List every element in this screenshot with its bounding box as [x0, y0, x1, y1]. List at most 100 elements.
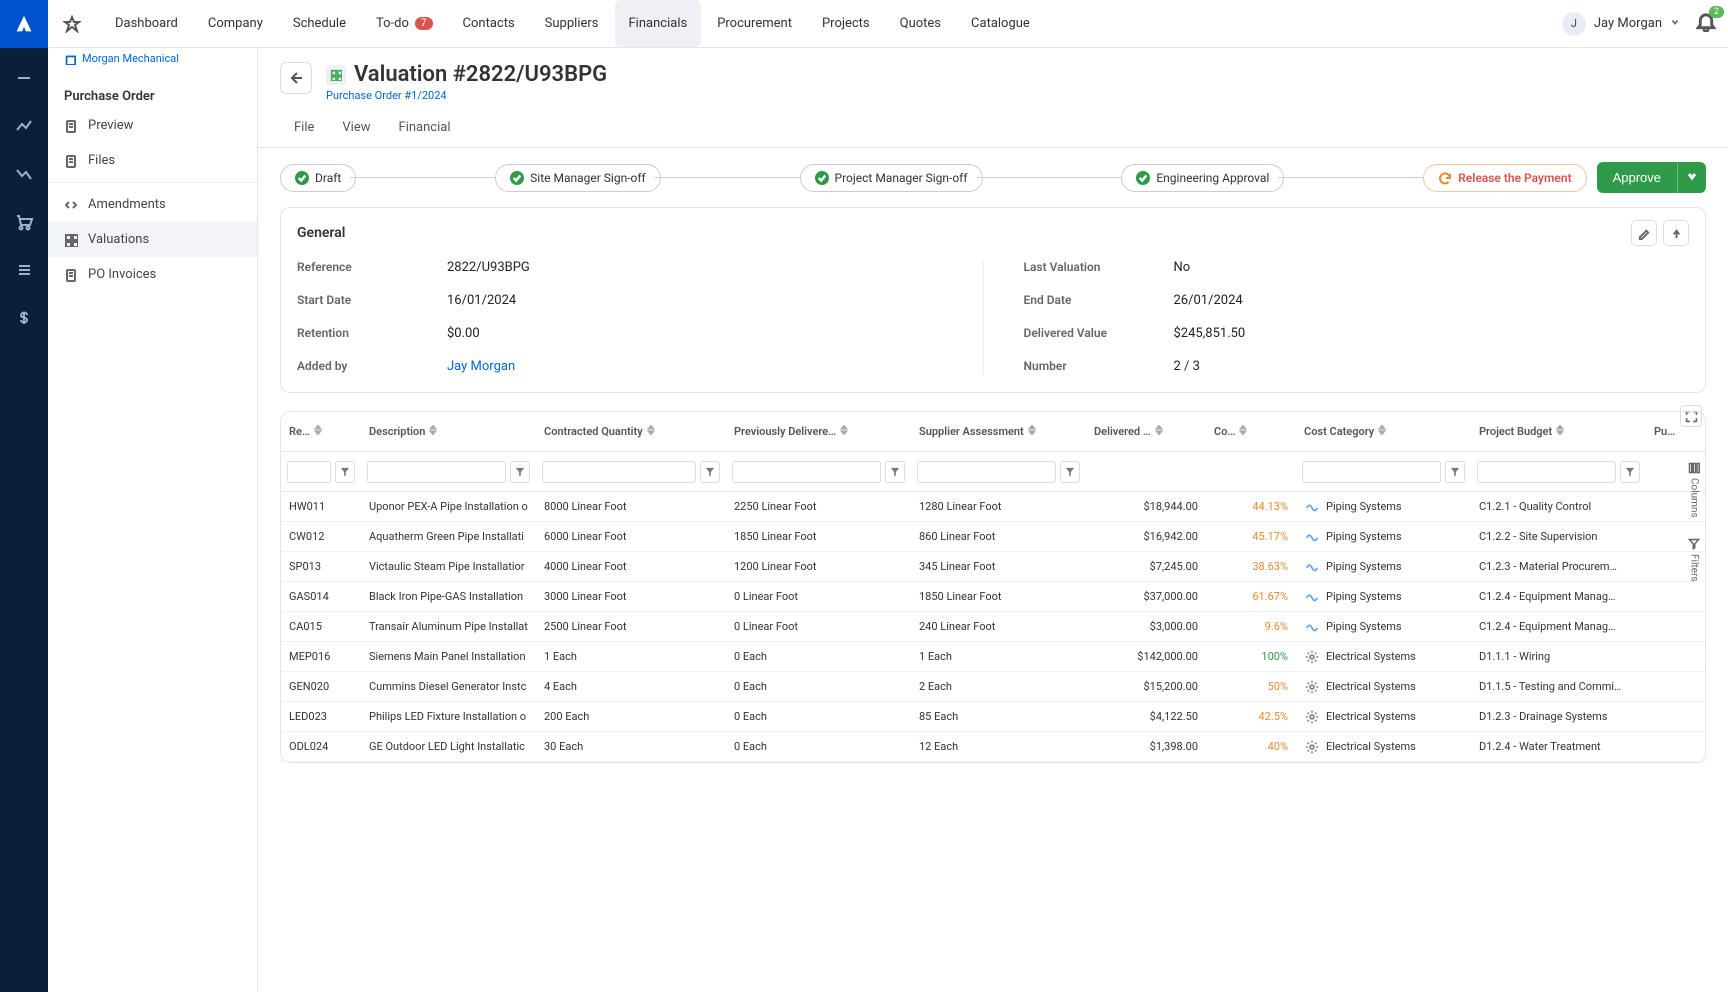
nav-projects[interactable]: Projects [808, 0, 884, 47]
nav-quotes[interactable]: Quotes [886, 0, 955, 47]
table-row[interactable]: GEN020Cummins Diesel Generator Instc4 Ea… [281, 672, 1705, 702]
filter-supplier-button[interactable] [1060, 461, 1080, 483]
workflow-step-engineering[interactable]: Engineering Approval [1121, 164, 1284, 192]
filter-costcat-input[interactable] [1302, 461, 1441, 483]
back-button[interactable] [280, 62, 312, 94]
workflow-step-release-payment[interactable]: Release the Payment [1423, 164, 1586, 192]
nav-procurement[interactable]: Procurement [703, 0, 806, 47]
table-row[interactable]: ODL024GE Outdoor LED Light Installatic30… [281, 732, 1705, 762]
nav-dashboard[interactable]: Dashboard [101, 0, 192, 47]
filter-ref-input[interactable] [287, 461, 331, 483]
filter-prev-button[interactable] [885, 461, 905, 483]
filter-contracted-button[interactable] [700, 461, 720, 483]
col-supplier-assessment[interactable]: Supplier Assessment [911, 425, 1086, 438]
rail-icon-chart[interactable] [14, 164, 34, 184]
category-icon [1304, 499, 1320, 515]
col-description[interactable]: Description [361, 425, 536, 438]
valuation-icon [326, 65, 346, 85]
table-row[interactable]: GAS014Black Iron Pipe-GAS Installation30… [281, 582, 1705, 612]
table-filter-row [281, 452, 1705, 492]
value-added-by[interactable]: Jay Morgan [447, 359, 515, 374]
table-header: Re… Description Contracted Quantity Prev… [281, 412, 1705, 452]
col-previously-delivered[interactable]: Previously Delivere… [726, 425, 911, 438]
filter-costcat-button[interactable] [1445, 461, 1465, 483]
nav-schedule[interactable]: Schedule [279, 0, 360, 47]
approve-dropdown-button[interactable] [1677, 162, 1706, 193]
col-ref[interactable]: Re… [281, 425, 361, 438]
sidebar-item-files[interactable]: Files [48, 143, 257, 178]
filter-desc-button[interactable] [510, 461, 530, 483]
sidebar-item-preview[interactable]: Preview [48, 108, 257, 143]
value-retention: $0.00 [447, 326, 480, 341]
value-delivered-value: $245,851.50 [1174, 326, 1246, 341]
label-reference: Reference [297, 260, 447, 275]
table-row[interactable]: CA015Transair Aluminum Pipe Installat250… [281, 612, 1705, 642]
col-pu[interactable]: Pu… [1646, 425, 1716, 438]
table-row[interactable]: SP013Victaulic Steam Pipe Installatior40… [281, 552, 1705, 582]
notifications-count-badge: 2 [1709, 6, 1724, 18]
table-row[interactable]: MEP016Siemens Main Panel Installation1 E… [281, 642, 1705, 672]
breadcrumb[interactable]: Morgan Mechanical [48, 48, 257, 75]
label-number: Number [1024, 359, 1174, 374]
nav-todo[interactable]: To-do7 [362, 0, 447, 47]
col-delivered[interactable]: Delivered … [1086, 425, 1206, 438]
rail-icon-1[interactable] [14, 68, 34, 88]
label-last-valuation: Last Valuation [1024, 260, 1174, 275]
dock-columns-button[interactable]: Columns [1688, 462, 1700, 518]
nav-financials[interactable]: Financials [615, 0, 702, 47]
filter-budget-input[interactable] [1477, 461, 1616, 483]
col-co[interactable]: Co… [1206, 425, 1296, 438]
table-row[interactable]: HW011Uponor PEX-A Pipe Installation o800… [281, 492, 1705, 522]
workflow-step-draft[interactable]: Draft [280, 164, 356, 192]
value-reference: 2822/U93BPG [447, 260, 530, 275]
rail-nav [0, 48, 48, 992]
workflow-step-project-manager[interactable]: Project Manager Sign-off [800, 164, 983, 192]
todo-count-badge: 7 [415, 17, 433, 30]
filter-ref-button[interactable] [335, 461, 355, 483]
favorite-star-icon[interactable] [48, 15, 96, 33]
workflow-step-site-manager[interactable]: Site Manager Sign-off [495, 164, 661, 192]
tab-view[interactable]: View [328, 110, 384, 147]
table-row[interactable]: CW012Aquatherm Green Pipe Installati6000… [281, 522, 1705, 552]
filter-desc-input[interactable] [367, 461, 506, 483]
filter-contracted-input[interactable] [542, 461, 696, 483]
nav-catalogue[interactable]: Catalogue [957, 0, 1044, 47]
collapse-button[interactable] [1663, 220, 1689, 246]
chevron-down-icon [1670, 16, 1680, 31]
sidebar-item-po-invoices[interactable]: PO Invoices [48, 257, 257, 292]
label-end-date: End Date [1024, 293, 1174, 308]
notifications-button[interactable]: 2 [1696, 12, 1716, 36]
rail-icon-dollar[interactable] [14, 308, 34, 328]
dock-filters-button[interactable]: Filters [1688, 538, 1700, 582]
filter-budget-button[interactable] [1620, 461, 1640, 483]
col-project-budget[interactable]: Project Budget [1471, 425, 1646, 438]
nav-suppliers[interactable]: Suppliers [531, 0, 613, 47]
filter-prev-input[interactable] [732, 461, 881, 483]
rail-icon-trend[interactable] [14, 116, 34, 136]
category-icon [1304, 529, 1320, 545]
sidebar-item-amendments[interactable]: Amendments [48, 187, 257, 222]
user-menu[interactable]: J Jay Morgan [1562, 12, 1680, 36]
nav-company[interactable]: Company [194, 0, 277, 47]
label-start-date: Start Date [297, 293, 447, 308]
filter-supplier-input[interactable] [917, 461, 1056, 483]
category-icon [1304, 709, 1320, 725]
sidebar-item-valuations[interactable]: Valuations [48, 222, 257, 257]
rail-icon-cart[interactable] [14, 212, 34, 232]
value-end-date: 26/01/2024 [1174, 293, 1243, 308]
page-subtitle-link[interactable]: Purchase Order #1/2024 [326, 89, 607, 102]
category-icon [1304, 619, 1320, 635]
tab-financial[interactable]: Financial [385, 110, 465, 147]
col-contracted-qty[interactable]: Contracted Quantity [536, 425, 726, 438]
table-row[interactable]: LED023Philips LED Fixture Installation o… [281, 702, 1705, 732]
nav-contacts[interactable]: Contacts [449, 0, 529, 47]
rail-icon-list[interactable] [14, 260, 34, 280]
approve-button[interactable]: Approve [1597, 162, 1677, 193]
value-last-valuation: No [1174, 260, 1191, 275]
edit-button[interactable] [1631, 220, 1657, 246]
page-title: Valuation #2822/U93BPG [354, 62, 607, 87]
tab-file[interactable]: File [280, 110, 328, 147]
col-cost-category[interactable]: Cost Category [1296, 425, 1471, 438]
category-icon [1304, 739, 1320, 755]
app-logo[interactable] [0, 0, 48, 48]
